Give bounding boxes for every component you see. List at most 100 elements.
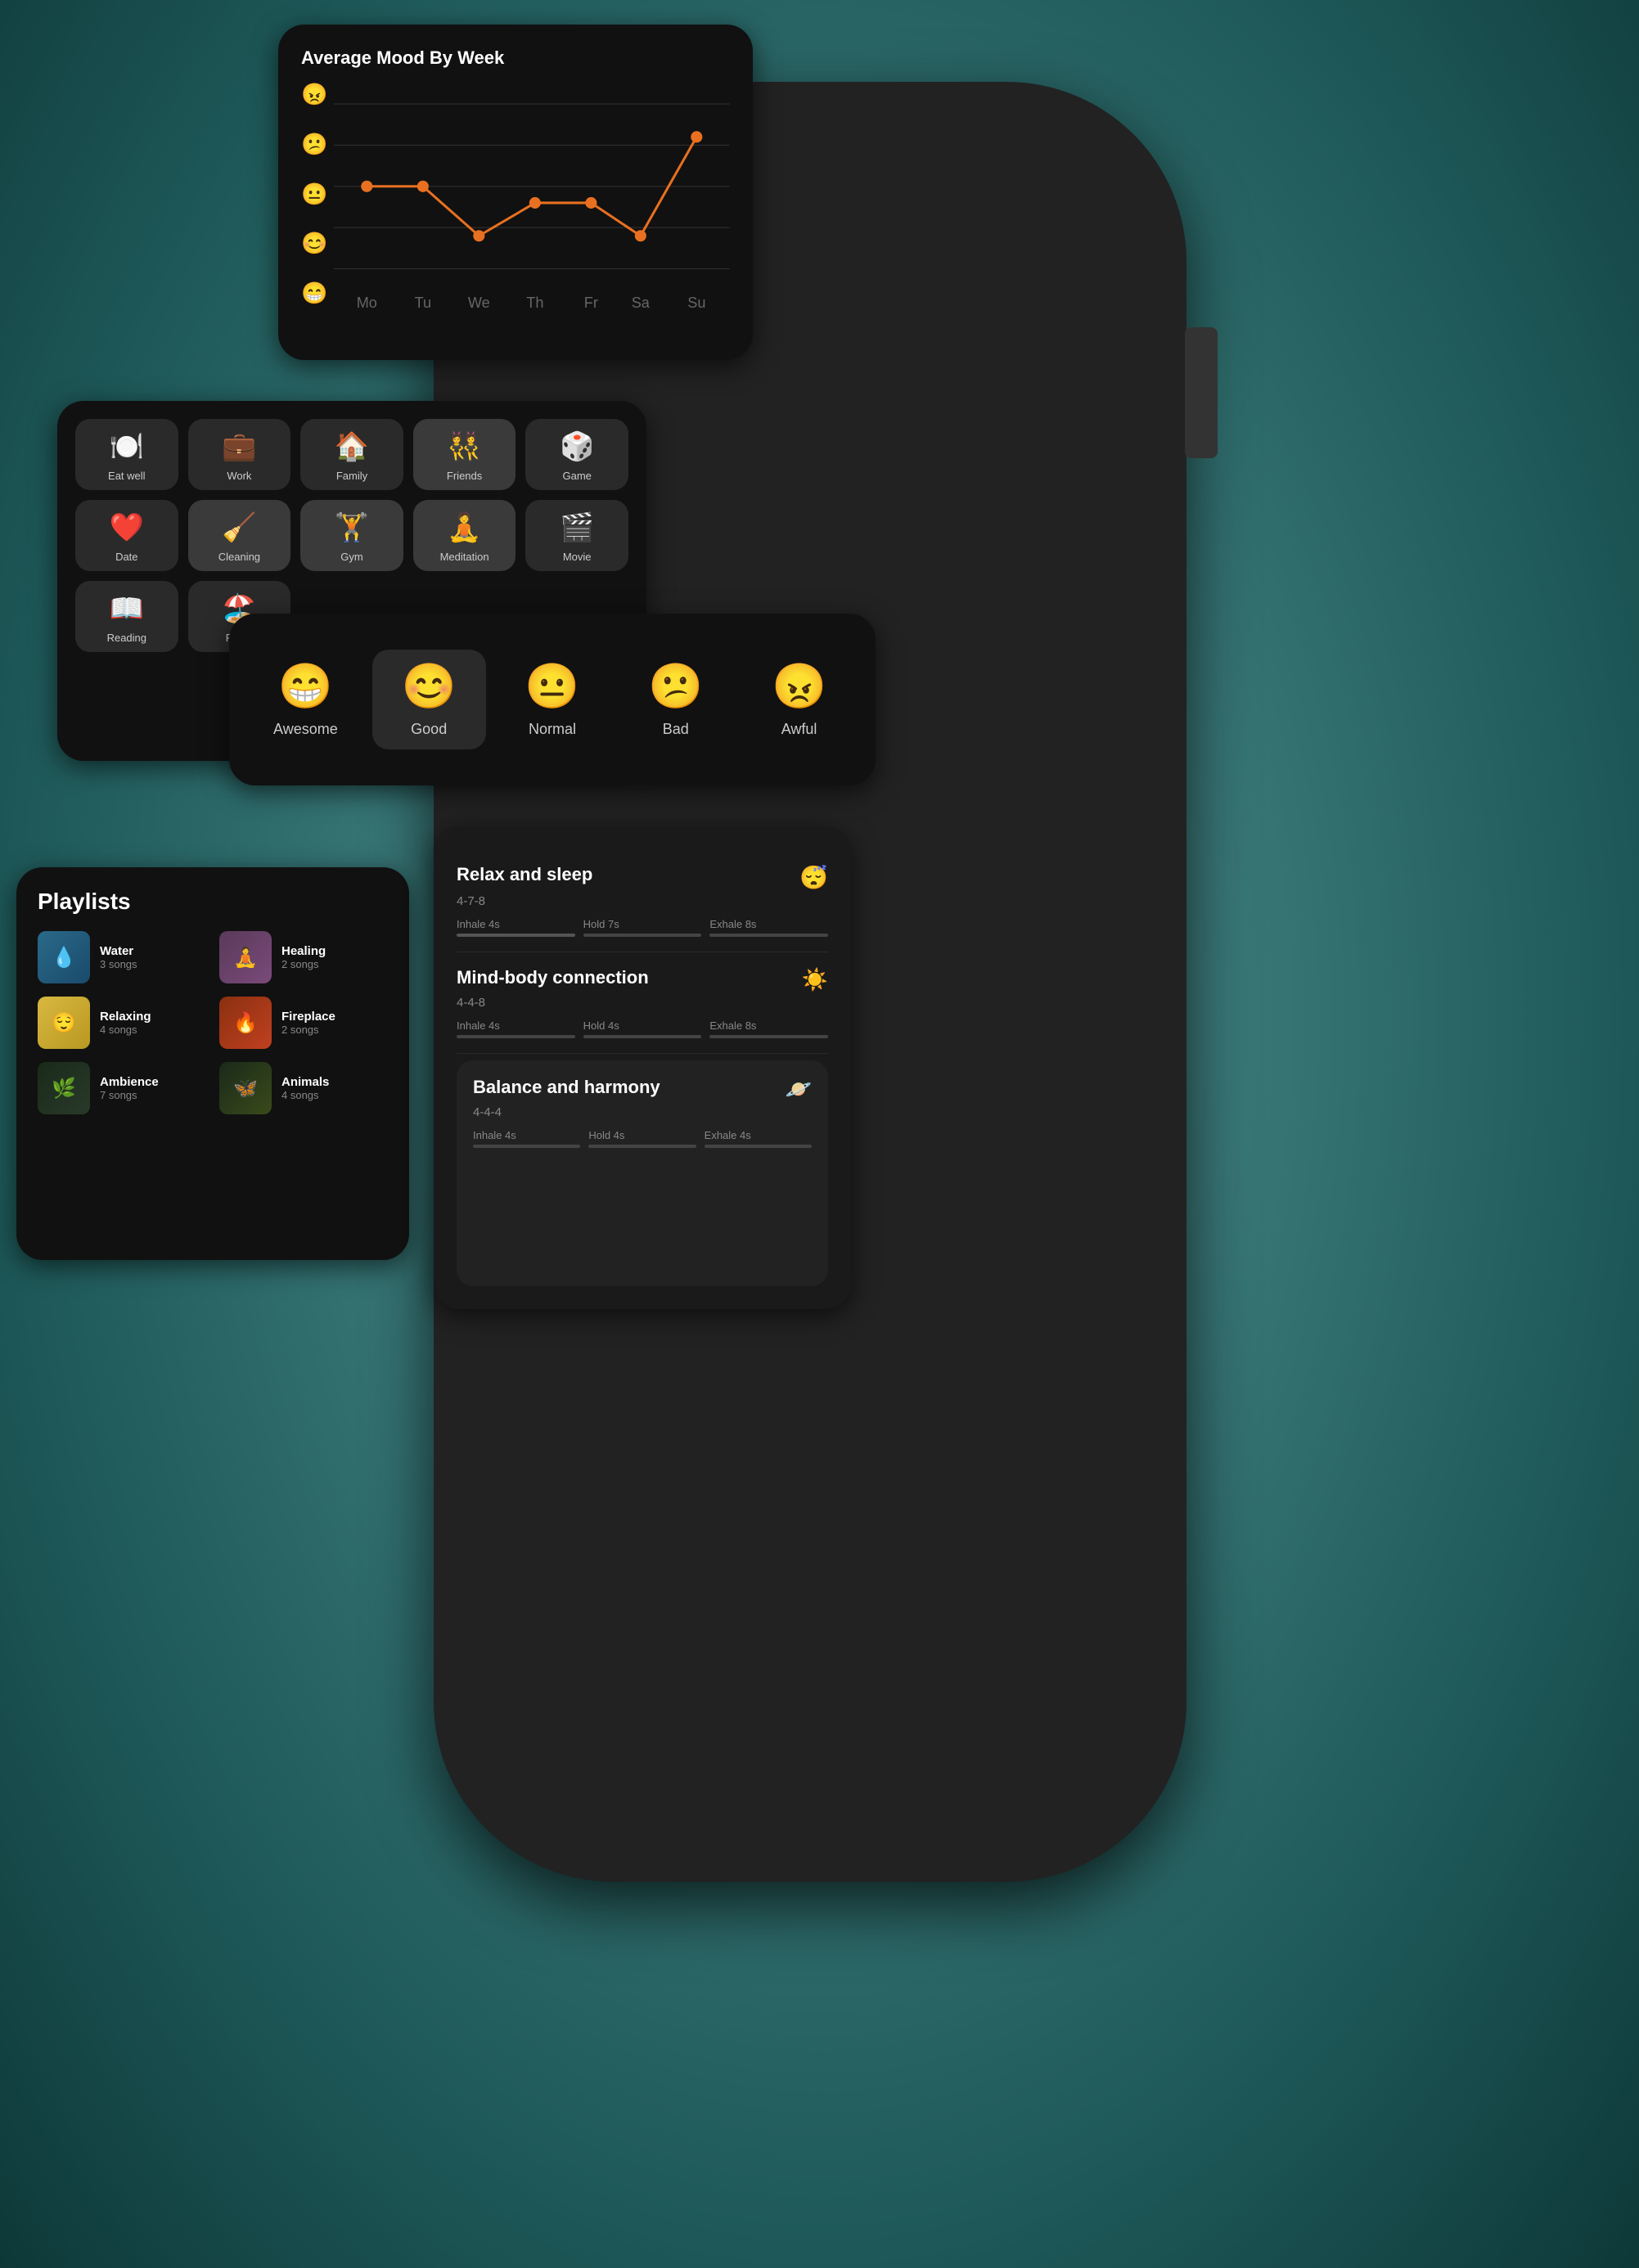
balance-steps: Inhale 4s Hold 4s Exhale 4s — [473, 1129, 812, 1148]
friends-icon: 👯 — [447, 430, 481, 463]
chart-plot: Mo Tu We Th Fr Sa Su — [334, 82, 730, 335]
healing-thumb: 🧘 — [219, 931, 272, 983]
playlists-card: Playlists 💧 Water 3 songs 🧘 Healing 2 so… — [16, 867, 409, 1260]
mood-emoji-awesome: 😁 — [301, 281, 327, 306]
bad-emoji: 😕 — [648, 661, 703, 713]
chart-title: Average Mood By Week — [301, 47, 730, 69]
mood-awful[interactable]: 😠 Awful — [742, 650, 856, 749]
breathing-relax-sleep[interactable]: Relax and sleep 😴 4-7-8 Inhale 4s Hold 7… — [457, 849, 828, 952]
x-label-tu: Tu — [415, 295, 431, 311]
playlist-healing[interactable]: 🧘 Healing 2 songs — [219, 931, 388, 983]
fireplace-info: Fireplace 2 songs — [281, 1010, 335, 1036]
mood-awesome[interactable]: 😁 Awesome — [249, 650, 362, 749]
fireplace-thumb: 🔥 — [219, 997, 272, 1049]
date-label: Date — [115, 551, 137, 563]
activity-gym[interactable]: 🏋️ Gym — [300, 500, 403, 571]
normal-emoji: 😐 — [525, 661, 579, 713]
x-label-fr: Fr — [584, 295, 598, 311]
friends-label: Friends — [447, 470, 482, 482]
activity-friends[interactable]: 👯 Friends — [413, 419, 516, 490]
x-label-sa: Sa — [632, 295, 651, 311]
chart-y-axis: 😠 😕 😐 😊 😁 — [301, 82, 327, 335]
balance-exhale: Exhale 4s — [705, 1129, 812, 1148]
mood-emoji-angry: 😠 — [301, 82, 327, 107]
gym-label: Gym — [340, 551, 362, 563]
relax-sleep-pattern: 4-7-8 — [457, 894, 828, 908]
chart-dot-fr — [586, 197, 597, 209]
x-label-we: We — [468, 295, 490, 311]
playlist-animals[interactable]: 🦋 Animals 4 songs — [219, 1062, 388, 1114]
relax-inhale: Inhale 4s — [457, 918, 575, 937]
water-name: Water — [100, 944, 137, 958]
mood-emoji-sad: 😕 — [301, 132, 327, 157]
mood-good[interactable]: 😊 Good — [372, 650, 486, 749]
relax-hold: Hold 7s — [583, 918, 702, 937]
playlist-water[interactable]: 💧 Water 3 songs — [38, 931, 206, 983]
work-icon: 💼 — [222, 430, 256, 463]
activity-meditation[interactable]: 🧘 Meditation — [413, 500, 516, 571]
awesome-emoji: 😁 — [278, 661, 333, 713]
breathing-balance[interactable]: Balance and harmony 🪐 4-4-4 Inhale 4s Ho… — [457, 1060, 828, 1286]
activity-date[interactable]: ❤️ Date — [75, 500, 178, 571]
breathing-mind-body[interactable]: Mind-body connection ☀️ 4-4-8 Inhale 4s … — [457, 952, 828, 1054]
balance-name: Balance and harmony — [473, 1077, 660, 1098]
mood-bad[interactable]: 😕 Bad — [619, 650, 732, 749]
playlist-fireplace[interactable]: 🔥 Fireplace 2 songs — [219, 997, 388, 1049]
activity-eat-well[interactable]: 🍽️ Eat well — [75, 419, 178, 490]
game-icon: 🎲 — [560, 430, 594, 463]
water-info: Water 3 songs — [100, 944, 137, 970]
mind-hold: Hold 4s — [583, 1019, 702, 1038]
balance-icon: 🪐 — [786, 1077, 812, 1102]
animals-count: 4 songs — [281, 1089, 329, 1101]
meditation-icon: 🧘 — [447, 511, 481, 544]
good-emoji: 😊 — [402, 661, 457, 713]
relax-sleep-steps: Inhale 4s Hold 7s Exhale 8s — [457, 918, 828, 937]
chart-dot-sa — [635, 230, 646, 241]
chart-dot-th — [529, 197, 541, 209]
animals-thumb: 🦋 — [219, 1062, 272, 1114]
activity-cleaning[interactable]: 🧹 Cleaning — [188, 500, 291, 571]
awful-label: Awful — [781, 721, 817, 738]
mood-emoji-happy: 😊 — [301, 231, 327, 256]
good-label: Good — [411, 721, 447, 738]
breathing-card: Relax and sleep 😴 4-7-8 Inhale 4s Hold 7… — [434, 826, 851, 1309]
meditation-label: Meditation — [440, 551, 489, 563]
animals-name: Animals — [281, 1075, 329, 1089]
movie-label: Movie — [563, 551, 592, 563]
x-label-th: Th — [527, 295, 544, 311]
mood-chart-card: Average Mood By Week 😠 😕 😐 😊 😁 — [278, 25, 753, 360]
movie-icon: 🎬 — [560, 511, 594, 544]
ambience-count: 7 songs — [100, 1089, 159, 1101]
eat-well-label: Eat well — [108, 470, 146, 482]
chart-area: 😠 😕 😐 😊 😁 — [301, 82, 730, 335]
relaxing-count: 4 songs — [100, 1024, 151, 1036]
mind-body-steps: Inhale 4s Hold 4s Exhale 8s — [457, 1019, 828, 1038]
playlist-relaxing[interactable]: 😌 Relaxing 4 songs — [38, 997, 206, 1049]
activity-reading[interactable]: 📖 Reading — [75, 581, 178, 652]
x-label-su: Su — [688, 295, 706, 311]
game-label: Game — [562, 470, 591, 482]
chart-dot-su — [691, 131, 703, 142]
balance-inhale: Inhale 4s — [473, 1129, 580, 1148]
relax-exhale: Exhale 8s — [709, 918, 828, 937]
healing-name: Healing — [281, 944, 326, 958]
relax-sleep-icon: 😴 — [799, 864, 828, 891]
activity-game[interactable]: 🎲 Game — [525, 419, 628, 490]
x-label-mo: Mo — [357, 295, 377, 311]
awful-emoji: 😠 — [772, 661, 826, 713]
activity-work[interactable]: 💼 Work — [188, 419, 291, 490]
fireplace-name: Fireplace — [281, 1010, 335, 1024]
date-icon: ❤️ — [110, 511, 144, 544]
water-thumb: 💧 — [38, 931, 90, 983]
playlist-ambience[interactable]: 🌿 Ambience 7 songs — [38, 1062, 206, 1114]
activity-family[interactable]: 🏠 Family — [300, 419, 403, 490]
relaxing-name: Relaxing — [100, 1010, 151, 1024]
playlists-title: Playlists — [38, 889, 388, 915]
healing-info: Healing 2 songs — [281, 944, 326, 970]
healing-count: 2 songs — [281, 958, 326, 970]
eat-well-icon: 🍽️ — [110, 430, 144, 463]
ambience-info: Ambience 7 songs — [100, 1075, 159, 1101]
mood-normal[interactable]: 😐 Normal — [496, 650, 610, 749]
activity-movie[interactable]: 🎬 Movie — [525, 500, 628, 571]
mood-emoji-neutral: 😐 — [301, 182, 327, 207]
